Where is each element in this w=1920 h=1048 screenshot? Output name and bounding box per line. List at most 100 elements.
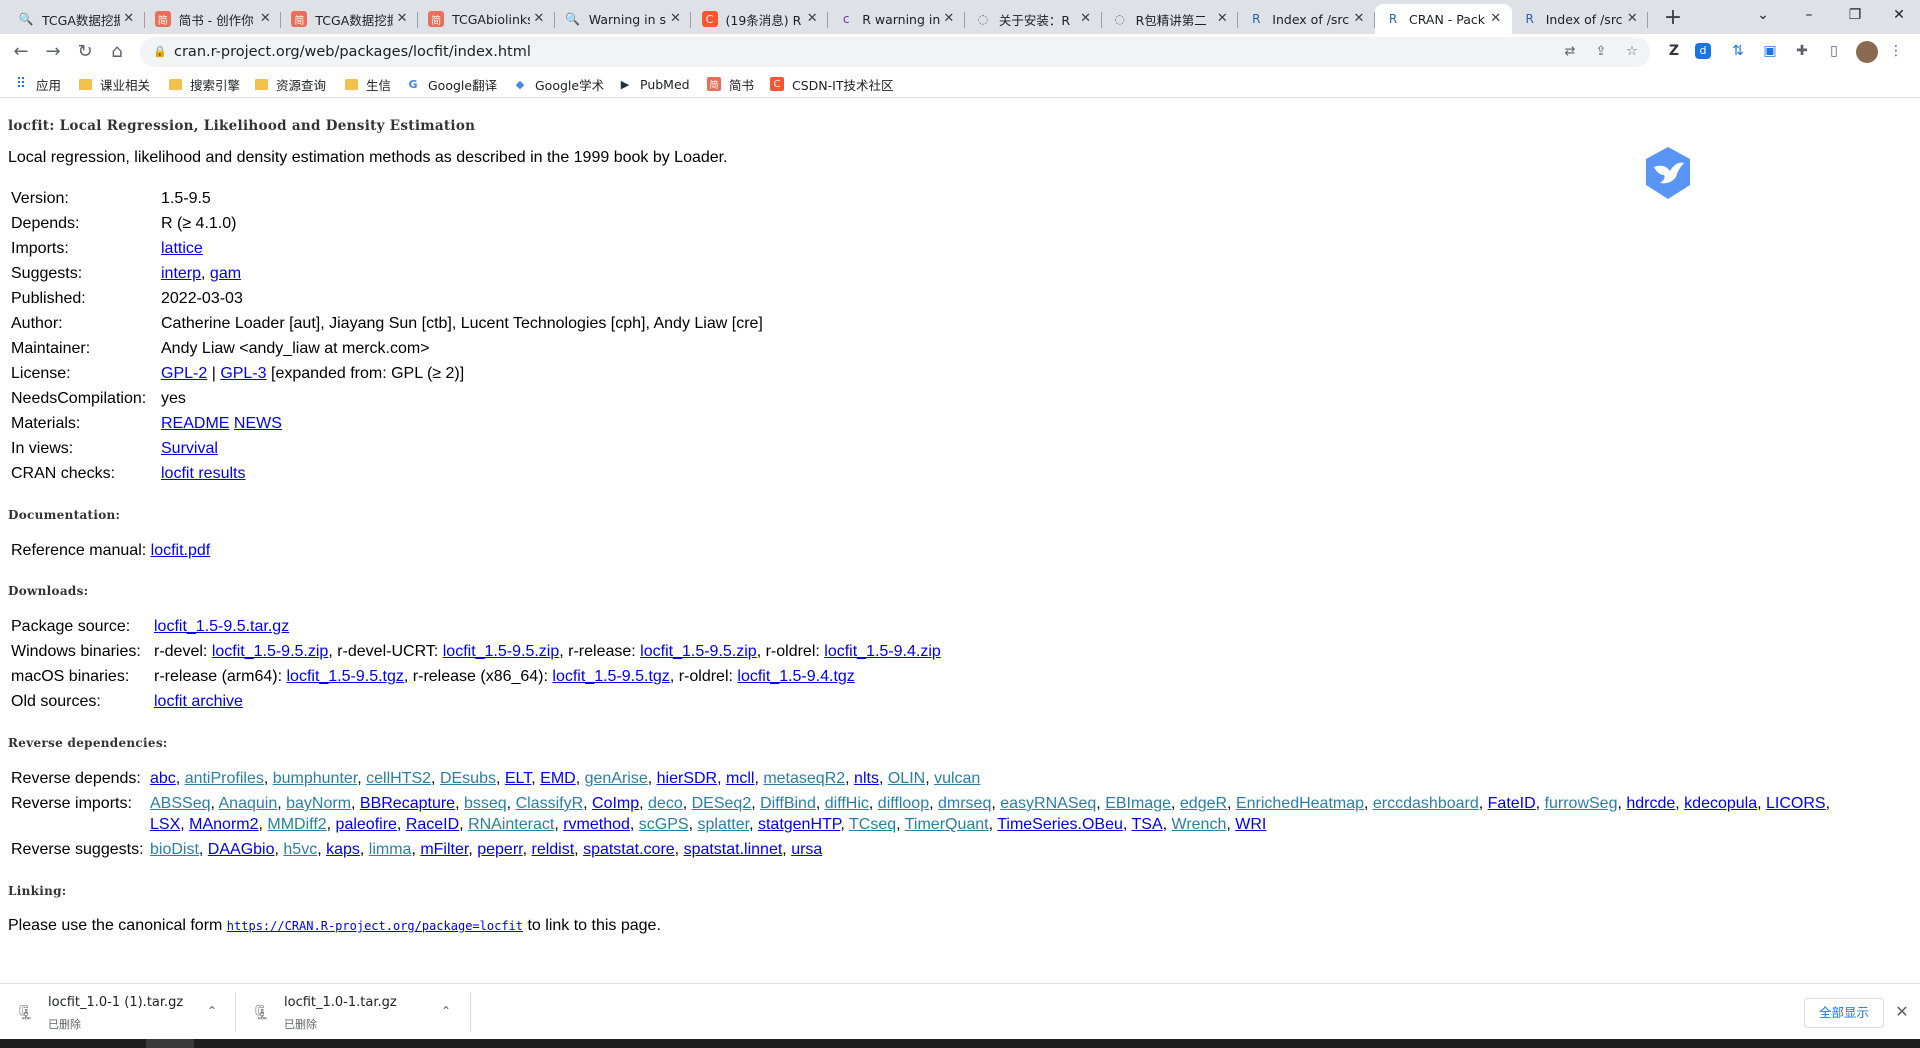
new-tab-button[interactable]: + [1659, 5, 1687, 31]
d-extension-icon[interactable]: d [1695, 43, 1711, 59]
package-link[interactable]: ClassifyR [516, 795, 584, 812]
address-bar[interactable]: 🔒 cran.r-project.org/web/packages/locfit… [140, 37, 1650, 67]
tab[interactable]: 简简书 - 创作你 ✕ [145, 4, 282, 34]
package-link[interactable]: splatter [697, 816, 749, 833]
tab[interactable]: 🔍 TCGA数据挖掘 ✕ [8, 4, 145, 34]
win-oldrel-link[interactable]: locfit_1.5-9.4.zip [824, 643, 941, 660]
package-link[interactable]: RaceID [406, 816, 459, 833]
package-link[interactable]: vulcan [934, 770, 980, 787]
materials-link-readme[interactable]: README [161, 415, 229, 432]
package-link[interactable]: diffHic [825, 795, 869, 812]
tab[interactable]: C (19条消息) R ✕ [692, 4, 829, 34]
tab[interactable]: ◌ R包精讲第二 ✕ [1102, 4, 1239, 34]
mac-x86-link[interactable]: locfit_1.5-9.5.tgz [552, 668, 669, 685]
materials-link-news[interactable]: NEWS [234, 415, 282, 432]
package-link[interactable]: ursa [791, 841, 822, 858]
tab-close-icon[interactable]: ✕ [1488, 11, 1504, 27]
sync-extension-icon[interactable]: ⇅ [1728, 41, 1748, 61]
package-link[interactable]: edgeR [1180, 795, 1227, 812]
tab-close-icon[interactable]: ✕ [1078, 11, 1094, 27]
package-link[interactable]: DiffBind [760, 795, 816, 812]
package-link[interactable]: peperr [477, 841, 522, 858]
reference-manual-link[interactable]: locfit.pdf [151, 542, 211, 559]
package-link[interactable]: ELT [505, 770, 531, 787]
package-link[interactable]: bsseq [464, 795, 507, 812]
package-link[interactable]: antiProfiles [185, 770, 264, 787]
package-link[interactable]: abc [150, 770, 176, 787]
canonical-url-link[interactable]: https://CRAN.R-project.org/package=locfi… [227, 919, 523, 933]
package-link[interactable]: hierSDR [657, 770, 717, 787]
tab-close-icon[interactable]: ✕ [1624, 11, 1640, 27]
package-link[interactable]: TSA [1132, 816, 1163, 833]
bookmark-item[interactable]: 生信 [344, 70, 391, 98]
minimize-button[interactable]: – [1786, 0, 1832, 30]
package-link[interactable]: Wrench [1172, 816, 1227, 833]
package-link[interactable]: bayNorm [286, 795, 351, 812]
tab[interactable]: R CRAN - Pack ✕ [1375, 4, 1512, 34]
download-item[interactable]: 🗜 locfit_1.0-1.tar.gz 已删除 ⌃ [236, 984, 470, 1040]
mac-oldrel-link[interactable]: locfit_1.5-9.4.tgz [737, 668, 854, 685]
license-link-gpl3[interactable]: GPL-3 [220, 365, 266, 382]
package-link[interactable]: limma [369, 841, 412, 858]
views-link-survival[interactable]: Survival [161, 440, 218, 457]
close-window-button[interactable]: ✕ [1876, 0, 1920, 30]
tab-close-icon[interactable]: ✕ [257, 11, 273, 27]
tab[interactable]: R Index of /src ✕ [1512, 4, 1649, 34]
profile-avatar[interactable] [1856, 41, 1878, 63]
translate-icon[interactable]: ⇄ [1561, 43, 1579, 61]
package-link[interactable]: scGPS [639, 816, 689, 833]
package-link[interactable]: LSX [150, 816, 180, 833]
package-link[interactable]: genArise [585, 770, 648, 787]
tab[interactable]: 简 TCGAbiolinks ✕ [418, 4, 555, 34]
package-link[interactable]: kaps [326, 841, 360, 858]
tab[interactable]: 简 TCGA数据挖掘 ✕ [281, 4, 419, 34]
cran-checks-link[interactable]: locfit results [161, 465, 245, 482]
restore-button[interactable]: ❐ [1832, 0, 1878, 30]
package-link[interactable]: TimerQuant [905, 816, 989, 833]
win-ucrt-link[interactable]: locfit_1.5-9.5.zip [443, 643, 560, 660]
package-link[interactable]: MAnorm2 [189, 816, 258, 833]
tab[interactable]: R Index of /src ✕ [1238, 4, 1375, 34]
package-link[interactable]: BBRecapture [360, 795, 455, 812]
package-link[interactable]: erccdashboard [1373, 795, 1479, 812]
package-link[interactable]: Anaquin [219, 795, 278, 812]
bookmark-item[interactable]: 搜索引擎 [168, 70, 240, 98]
tab-close-icon[interactable]: ✕ [394, 11, 410, 27]
package-link[interactable]: statgenHTP [758, 816, 840, 833]
package-link[interactable]: DESeq2 [692, 795, 752, 812]
package-link[interactable]: deco [648, 795, 683, 812]
show-all-downloads-button[interactable]: 全部显示 [1804, 998, 1884, 1028]
back-button[interactable]: ← [7, 38, 35, 66]
bookmark-item[interactable]: ⠿ 应用 [14, 70, 61, 98]
bookmark-item[interactable]: ◆ Google学术 [513, 70, 604, 98]
package-link[interactable]: paleofire [336, 816, 397, 833]
zotero-extension-icon[interactable]: Z [1664, 41, 1684, 61]
package-link[interactable]: metaseqR2 [763, 770, 845, 787]
tab-close-icon[interactable]: ✕ [804, 11, 820, 27]
suggests-link-interp[interactable]: interp [161, 265, 201, 282]
tab-close-icon[interactable]: ✕ [1214, 11, 1230, 27]
close-download-bar-icon[interactable]: ✕ [1892, 1002, 1912, 1022]
license-link-gpl2[interactable]: GPL-2 [161, 365, 207, 382]
package-link[interactable]: ABSSeq [150, 795, 210, 812]
package-link[interactable]: EBImage [1105, 795, 1171, 812]
package-link[interactable]: rvmethod [563, 816, 630, 833]
package-link[interactable]: spatstat.linnet [684, 841, 783, 858]
download-item[interactable]: 🗜 locfit_1.0-1 (1).tar.gz 已删除 ⌃ [0, 984, 234, 1040]
package-link[interactable]: easyRNASeq [1000, 795, 1096, 812]
extensions-puzzle-icon[interactable]: ✚ [1792, 41, 1812, 61]
package-link[interactable]: LICORS [1766, 795, 1826, 812]
menu-kebab-icon[interactable]: ⋮ [1886, 41, 1906, 61]
bookmark-item[interactable]: C CSDN-IT技术社区 [770, 70, 893, 98]
package-link[interactable]: EMD [540, 770, 576, 787]
package-link[interactable]: mcll [726, 770, 754, 787]
package-link[interactable]: kdecopula [1684, 795, 1757, 812]
old-sources-link[interactable]: locfit archive [154, 693, 243, 710]
win-rdevel-link[interactable]: locfit_1.5-9.5.zip [212, 643, 329, 660]
package-link[interactable]: cellHTS2 [366, 770, 431, 787]
tab[interactable]: 🔍 Warning in s ✕ [555, 4, 692, 34]
package-link[interactable]: WRI [1235, 816, 1266, 833]
tab[interactable]: ◌ 关于安装：R ✕ [965, 4, 1102, 34]
package-source-link[interactable]: locfit_1.5-9.5.tar.gz [154, 618, 289, 635]
home-button[interactable]: ⌂ [103, 38, 131, 66]
